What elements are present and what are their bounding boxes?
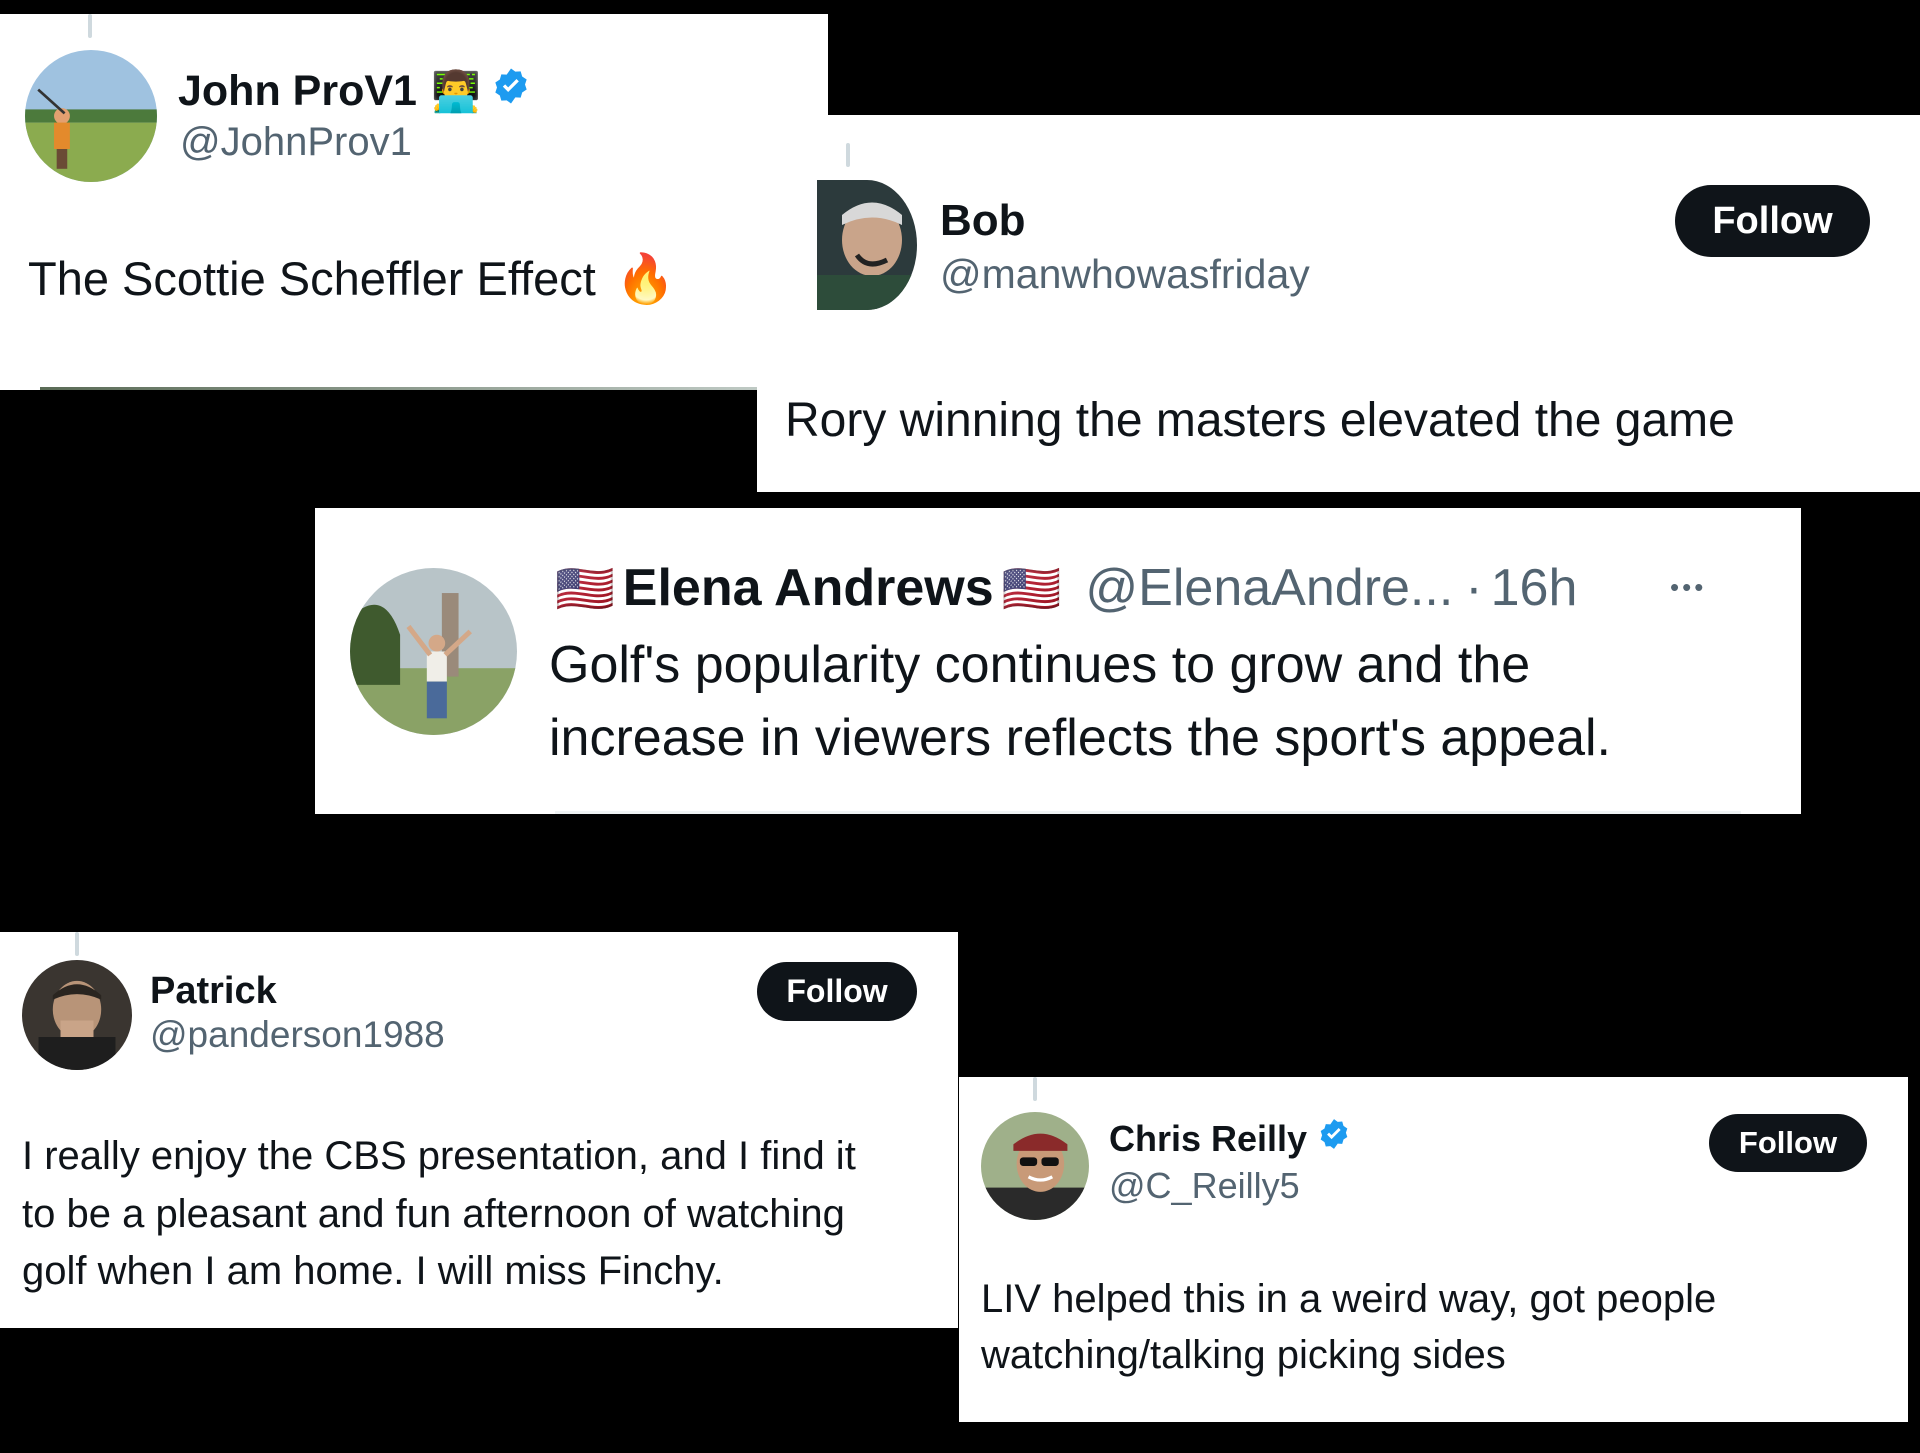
avatar-golf-photo-icon <box>25 50 157 182</box>
us-flag-icon: 🇺🇸 <box>555 562 615 616</box>
avatar-patrick[interactable] <box>22 960 132 1070</box>
author-handle-john[interactable]: @JohnProv1 <box>180 120 412 165</box>
author-handle-bob[interactable]: @manwhowasfriday <box>940 251 1310 298</box>
author-name-elena[interactable]: 🇺🇸 Elena Andrews 🇺🇸 @ElenaAndre... · 16h <box>555 558 1577 618</box>
thread-line <box>75 932 79 956</box>
author-name[interactable]: Elena Andrews <box>623 558 994 618</box>
tweet-text-patrick-line1: I really enjoy the CBS presentation, and… <box>22 1134 856 1178</box>
avatar-man-photo-icon <box>22 960 132 1070</box>
author-name-chris[interactable]: Chris Reilly <box>1109 1117 1351 1160</box>
thread-line <box>1033 1077 1037 1101</box>
author-name-patrick[interactable]: Patrick <box>150 970 277 1013</box>
dot-separator: · <box>1465 559 1483 617</box>
follow-button-patrick[interactable]: Follow <box>757 962 917 1021</box>
more-options-icon[interactable]: ••• <box>1670 572 1706 603</box>
tweet-text-chris-line1: LIV helped this in a weird way, got peop… <box>981 1277 1717 1321</box>
fire-emoji-icon: 🔥 <box>615 253 676 306</box>
author-name[interactable]: John ProV1 <box>178 67 417 116</box>
tweet-text-elena-line1: Golf's popularity continues to grow and … <box>549 636 1531 694</box>
thread-line <box>88 14 92 38</box>
tweet-card-john: John ProV1 👨‍💻 @JohnProv1 The Scottie Sc… <box>0 14 828 390</box>
timestamp[interactable]: 16h <box>1491 558 1578 618</box>
tweet-text-elena-line2: increase in viewers reflects the sport's… <box>549 709 1611 767</box>
verified-badge-icon <box>491 66 531 117</box>
tweet-card-bob: Bob @manwhowasfriday Follow Rory winning… <box>757 115 1920 492</box>
author-name[interactable]: Chris Reilly <box>1109 1118 1307 1160</box>
thread-line <box>846 143 850 167</box>
technologist-emoji-icon: 👨‍💻 <box>430 70 481 114</box>
tweet-text-bob: Rory winning the masters elevated the ga… <box>785 394 1735 447</box>
tweet-text: The Scottie Scheffler Effect <box>28 252 596 305</box>
tweet-text-chris-line2: watching/talking picking sides <box>981 1333 1506 1377</box>
author-name-bob[interactable]: Bob <box>940 196 1026 246</box>
avatar-woman-photo-icon <box>350 568 517 735</box>
author-name-john[interactable]: John ProV1 👨‍💻 <box>178 66 531 117</box>
follow-button-chris[interactable]: Follow <box>1709 1114 1867 1172</box>
us-flag-icon: 🇺🇸 <box>1001 562 1062 616</box>
tweet-text-patrick-line3: golf when I am home. I will miss Finchy. <box>22 1249 724 1293</box>
tweet-divider <box>555 811 1741 814</box>
author-handle-elena[interactable]: @ElenaAndre... <box>1085 558 1453 618</box>
avatar-john[interactable] <box>25 50 157 182</box>
author-handle-chris[interactable]: @C_Reilly5 <box>1109 1165 1300 1207</box>
tweet-text-john: The Scottie Scheffler Effect 🔥 <box>28 250 676 307</box>
avatar-man-photo-icon <box>817 180 917 310</box>
avatar-elena[interactable] <box>350 568 517 735</box>
verified-badge-icon <box>1317 1117 1351 1160</box>
tweet-card-chris: Chris Reilly @C_Reilly5 Follow LIV helpe… <box>959 1077 1908 1422</box>
tweet-card-patrick: Patrick @panderson1988 Follow I really e… <box>0 932 958 1328</box>
follow-button-bob[interactable]: Follow <box>1675 185 1870 257</box>
tweet-text-patrick-line2: to be a pleasant and fun afternoon of wa… <box>22 1192 845 1236</box>
avatar-chris[interactable] <box>981 1112 1089 1220</box>
avatar-bob[interactable] <box>817 180 917 310</box>
media-preview-edge <box>40 387 828 390</box>
author-handle-patrick[interactable]: @panderson1988 <box>150 1014 445 1056</box>
avatar-man-sunglasses-photo-icon <box>981 1112 1089 1220</box>
tweet-card-elena: 🇺🇸 Elena Andrews 🇺🇸 @ElenaAndre... · 16h… <box>315 508 1801 814</box>
